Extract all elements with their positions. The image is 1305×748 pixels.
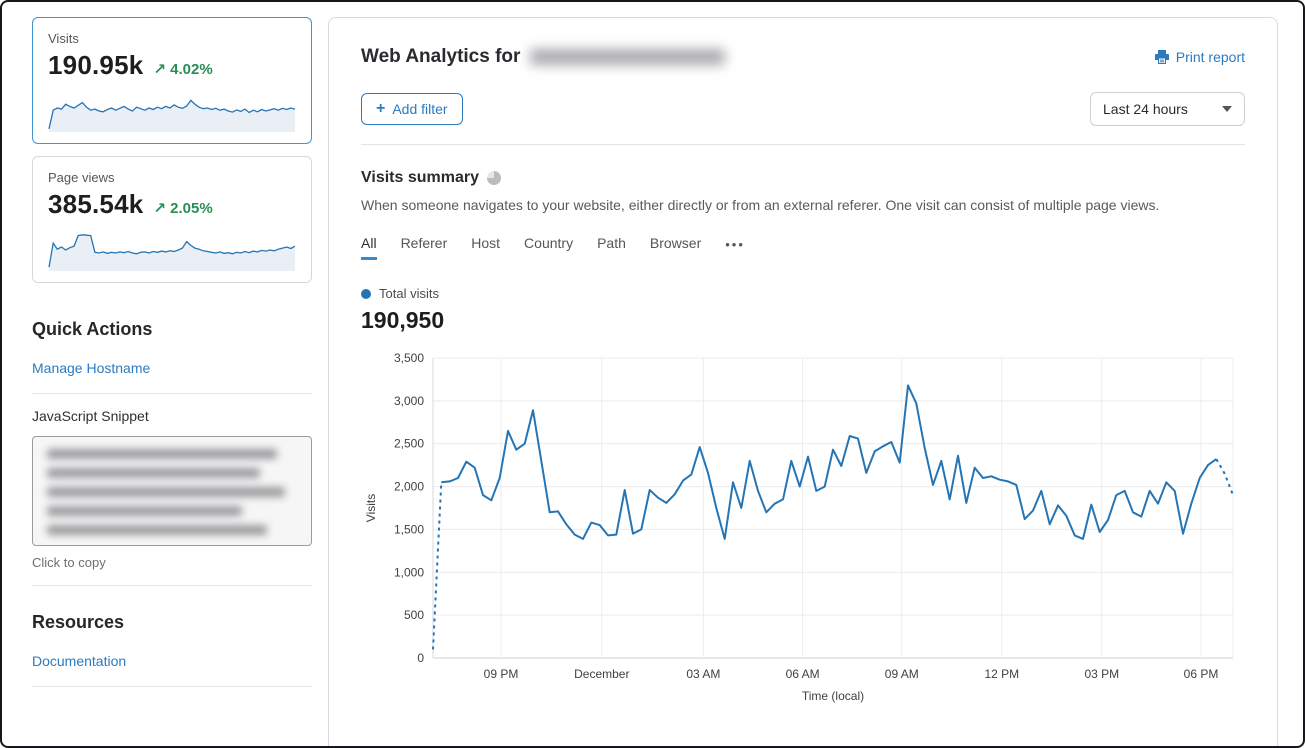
more-tabs-button[interactable]: ••• — [725, 237, 745, 258]
metric-card-page-views[interactable]: Page views 385.54k ↗ 2.05% — [32, 156, 312, 283]
add-filter-label: Add filter — [392, 101, 447, 117]
total-visits-value: 190,950 — [361, 307, 1245, 334]
click-to-copy-hint: Click to copy — [32, 555, 312, 570]
page-views-sparkline-chart — [48, 226, 296, 272]
page-title: Web Analytics for — [361, 46, 725, 68]
metric-label: Visits — [48, 31, 296, 46]
redacted-code-line — [47, 468, 260, 478]
svg-text:Visits: Visits — [364, 494, 378, 522]
print-report-label: Print report — [1176, 49, 1245, 65]
svg-text:December: December — [574, 667, 629, 681]
svg-text:12 PM: 12 PM — [984, 667, 1019, 681]
svg-text:1,000: 1,000 — [394, 565, 424, 579]
plus-icon: + — [376, 101, 385, 117]
trend-up-arrow-icon: ↗ — [153, 61, 166, 78]
redacted-domain — [530, 49, 725, 65]
tab-path[interactable]: Path — [597, 235, 626, 260]
svg-text:1,500: 1,500 — [394, 522, 424, 536]
metric-value: 190.95k — [48, 50, 143, 81]
javascript-snippet-box[interactable] — [32, 436, 312, 546]
visits-line-chart[interactable]: 0 500 1,000 1,500 2,000 2,500 3,000 3,500 09 PM D… — [361, 348, 1245, 715]
svg-text:09 AM: 09 AM — [885, 667, 919, 681]
svg-text:2,000: 2,000 — [394, 480, 424, 494]
redacted-code-line — [47, 506, 242, 516]
print-report-link[interactable]: Print report — [1154, 49, 1245, 65]
javascript-snippet-label: JavaScript Snippet — [32, 408, 312, 424]
svg-text:0: 0 — [417, 651, 424, 665]
chevron-down-icon — [1222, 106, 1232, 112]
tab-all[interactable]: All — [361, 235, 377, 260]
svg-text:3,000: 3,000 — [394, 394, 424, 408]
quick-actions-heading: Quick Actions — [32, 319, 312, 340]
legend-dot-icon — [361, 289, 371, 299]
divider — [32, 393, 312, 394]
metric-change-value: 4.02% — [170, 61, 213, 78]
svg-text:500: 500 — [404, 608, 424, 622]
visits-summary-heading: Visits summary — [361, 169, 479, 187]
divider — [32, 686, 312, 687]
svg-text:06 AM: 06 AM — [786, 667, 820, 681]
visits-sparkline-chart — [48, 87, 296, 133]
time-range-dropdown[interactable]: Last 24 hours — [1090, 92, 1245, 126]
legend-label: Total visits — [379, 286, 439, 301]
tab-host[interactable]: Host — [471, 235, 500, 260]
metric-label: Page views — [48, 170, 296, 185]
metric-change-value: 2.05% — [170, 200, 213, 217]
divider — [32, 585, 312, 586]
metric-card-visits[interactable]: Visits 190.95k ↗ 4.02% — [32, 17, 312, 144]
app-window: Visits 190.95k ↗ 4.02% Page views 385.54… — [0, 0, 1305, 748]
svg-text:2,500: 2,500 — [394, 437, 424, 451]
svg-text:09 PM: 09 PM — [484, 667, 519, 681]
page-title-text: Web Analytics for — [361, 46, 520, 68]
tab-browser[interactable]: Browser — [650, 235, 701, 260]
metric-value: 385.54k — [48, 189, 143, 220]
tab-country[interactable]: Country — [524, 235, 573, 260]
svg-text:Time (local): Time (local) — [802, 689, 864, 703]
documentation-link[interactable]: Documentation — [32, 653, 126, 669]
redacted-code-line — [47, 525, 267, 535]
dimension-tabs: All Referer Host Country Path Browser ••• — [361, 235, 1245, 260]
sidebar: Visits 190.95k ↗ 4.02% Page views 385.54… — [32, 17, 312, 687]
visits-summary-description: When someone navigates to your website, … — [361, 197, 1245, 213]
printer-icon — [1154, 49, 1170, 65]
add-filter-button[interactable]: + Add filter — [361, 93, 463, 125]
resources-heading: Resources — [32, 612, 312, 633]
manage-hostname-link[interactable]: Manage Hostname — [32, 360, 150, 376]
svg-text:03 PM: 03 PM — [1084, 667, 1119, 681]
trend-up-arrow-icon: ↗ — [153, 200, 166, 217]
redacted-code-line — [47, 449, 277, 459]
tab-referer[interactable]: Referer — [401, 235, 448, 260]
trend-up-indicator: ↗ 2.05% — [153, 199, 212, 217]
svg-text:06 PM: 06 PM — [1184, 667, 1219, 681]
main-panel: Web Analytics for Print report + — [328, 17, 1278, 748]
time-range-value: Last 24 hours — [1103, 101, 1188, 117]
svg-text:3,500: 3,500 — [394, 351, 424, 365]
trend-up-indicator: ↗ 4.02% — [153, 60, 212, 78]
svg-text:03 AM: 03 AM — [686, 667, 720, 681]
redacted-code-line — [47, 487, 285, 497]
pie-chart-icon — [487, 171, 501, 185]
